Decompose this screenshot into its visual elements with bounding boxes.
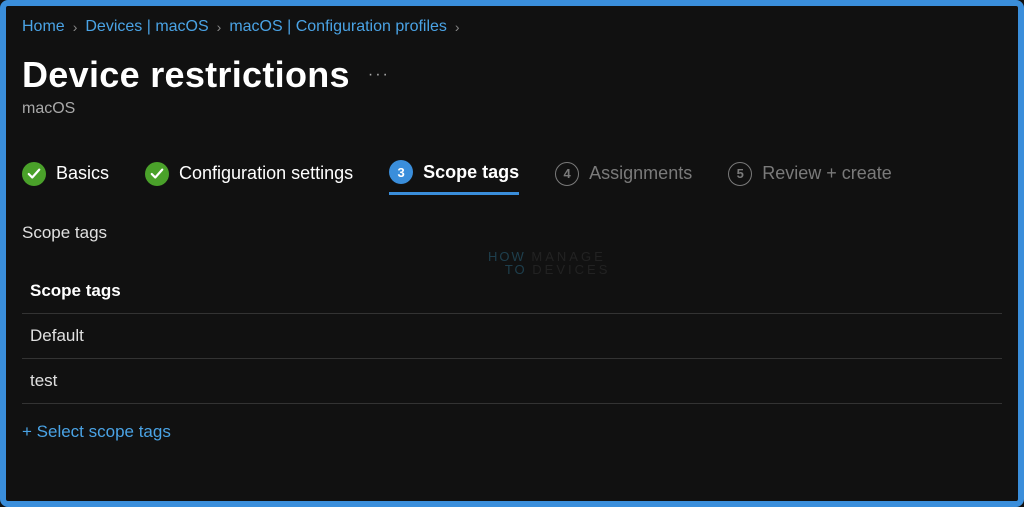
step-review-create[interactable]: 5 Review + create	[728, 162, 892, 194]
step-config-settings[interactable]: Configuration settings	[145, 162, 353, 194]
step-number-icon: 3	[389, 160, 413, 184]
step-label: Review + create	[762, 163, 892, 184]
breadcrumb: Home › Devices | macOS › macOS | Configu…	[22, 16, 1002, 46]
breadcrumb-devices-macos[interactable]: Devices | macOS	[85, 18, 208, 36]
step-label: Assignments	[589, 163, 692, 184]
page-subtitle: macOS	[22, 100, 1002, 118]
check-icon	[145, 162, 169, 186]
table-header-scope-tags: Scope tags	[22, 269, 1002, 314]
chevron-right-icon: ›	[217, 19, 222, 35]
step-scope-tags[interactable]: 3 Scope tags	[389, 160, 519, 195]
check-icon	[22, 162, 46, 186]
select-scope-tags-link[interactable]: + Select scope tags	[22, 422, 171, 442]
step-number-icon: 4	[555, 162, 579, 186]
step-label: Basics	[56, 163, 109, 184]
chevron-right-icon: ›	[73, 19, 78, 35]
breadcrumb-home[interactable]: Home	[22, 18, 65, 36]
wizard-steps: Basics Configuration settings 3 Scope ta…	[22, 160, 1002, 195]
step-label: Configuration settings	[179, 163, 353, 184]
step-number-icon: 5	[728, 162, 752, 186]
step-basics[interactable]: Basics	[22, 162, 109, 194]
scope-tag-row[interactable]: test	[22, 359, 1002, 404]
breadcrumb-config-profiles[interactable]: macOS | Configuration profiles	[229, 18, 447, 36]
scope-tag-row[interactable]: Default	[22, 314, 1002, 359]
section-label-scope-tags: Scope tags	[22, 223, 1002, 243]
more-actions-button[interactable]: ···	[368, 66, 390, 84]
step-assignments[interactable]: 4 Assignments	[555, 162, 692, 194]
step-label: Scope tags	[423, 162, 519, 183]
chevron-right-icon: ›	[455, 19, 460, 35]
page-title: Device restrictions	[22, 54, 350, 96]
